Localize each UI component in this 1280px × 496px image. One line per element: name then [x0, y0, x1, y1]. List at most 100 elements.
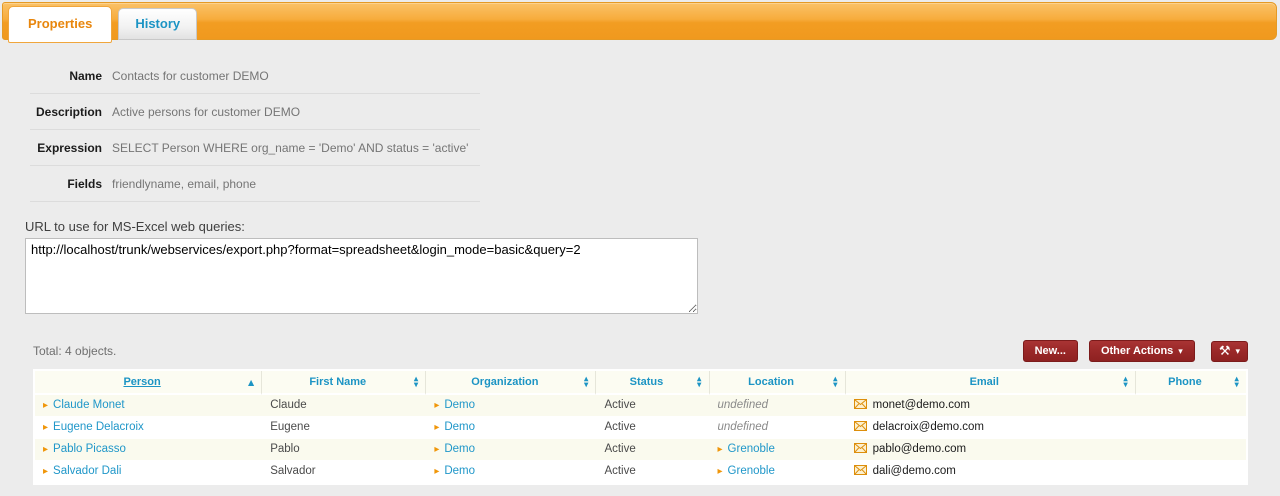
status-cell: Active [596, 417, 709, 439]
first-name-cell: Eugene [262, 417, 426, 439]
tab-header: Properties History [0, 0, 1280, 46]
first-name-cell: Claude [262, 395, 426, 417]
column-label: First Name [309, 376, 366, 388]
organization-link[interactable]: ▸Demo [434, 399, 475, 411]
column-header-email[interactable]: Email [846, 371, 1136, 395]
property-row-name: Name Contacts for customer DEMO [30, 58, 480, 94]
envelope-icon [854, 421, 867, 431]
results-table-container: Person First Name Organization Status Lo… [33, 369, 1248, 485]
new-button[interactable]: New... [1023, 340, 1078, 362]
property-row-description: Description Active persons for customer … [30, 94, 480, 130]
phone-cell [1136, 461, 1246, 483]
property-value: Contacts for customer DEMO [112, 69, 269, 83]
right-caret-icon: ▸ [434, 466, 439, 477]
location-cell: undefined [710, 417, 846, 439]
email-cell: dali@demo.com [846, 461, 1136, 483]
right-caret-icon: ▸ [43, 466, 48, 477]
person-link[interactable]: ▸Salvador Dali [43, 465, 121, 477]
property-label: Description [30, 105, 102, 119]
column-header-phone[interactable]: Phone [1136, 371, 1246, 395]
sort-asc-icon [248, 376, 254, 388]
sort-both-icon [584, 377, 589, 388]
status-cell: Active [596, 461, 709, 483]
other-actions-label: Other Actions [1101, 345, 1173, 357]
envelope-icon [854, 465, 867, 475]
sort-both-icon [1123, 377, 1128, 388]
column-label: Location [748, 376, 794, 388]
envelope-icon [854, 399, 867, 409]
right-caret-icon: ▸ [434, 400, 439, 411]
column-label: Phone [1168, 376, 1202, 388]
phone-cell [1136, 395, 1246, 417]
phone-cell [1136, 439, 1246, 461]
person-link[interactable]: ▸Eugene Delacroix [43, 421, 144, 433]
property-label: Name [30, 69, 102, 83]
property-label: Expression [30, 141, 102, 155]
right-caret-icon: ▸ [434, 422, 439, 433]
email-text: delacroix@demo.com [873, 421, 984, 433]
first-name-cell: Salvador [262, 461, 426, 483]
property-value: SELECT Person WHERE org_name = 'Demo' AN… [112, 141, 468, 155]
tab-history[interactable]: History [118, 8, 197, 40]
status-cell: Active [596, 439, 709, 461]
location-link[interactable]: ▸Grenoble [718, 443, 775, 455]
location-cell: undefined [710, 395, 846, 417]
excel-url-section: URL to use for MS-Excel web queries: htt… [25, 219, 1280, 314]
other-actions-button[interactable]: Other Actions ▾ [1089, 340, 1195, 362]
email-text: dali@demo.com [873, 465, 956, 477]
tools-icon: ⚒ [1219, 345, 1231, 358]
column-header-location[interactable]: Location [710, 371, 846, 395]
email-text: monet@demo.com [873, 399, 970, 411]
total-objects-label: Total: 4 objects. [33, 344, 116, 358]
right-caret-icon: ▸ [43, 422, 48, 433]
results-toolbar: Total: 4 objects. New... Other Actions ▾… [33, 340, 1248, 362]
organization-link[interactable]: ▸Demo [434, 465, 475, 477]
tab-properties[interactable]: Properties [8, 6, 112, 43]
sort-both-icon [1234, 377, 1239, 388]
status-cell: Active [596, 395, 709, 417]
column-header-status[interactable]: Status [596, 371, 709, 395]
properties-fieldset: Name Contacts for customer DEMO Descript… [30, 58, 480, 202]
property-label: Fields [30, 177, 102, 191]
envelope-icon [854, 443, 867, 453]
property-value: Active persons for customer DEMO [112, 105, 300, 119]
first-name-cell: Pablo [262, 439, 426, 461]
tab-strip: Properties History [8, 6, 197, 43]
column-label: Email [970, 376, 999, 388]
phone-cell [1136, 417, 1246, 439]
chevron-down-icon: ▾ [1235, 347, 1240, 356]
results-table: Person First Name Organization Status Lo… [35, 371, 1246, 483]
organization-link[interactable]: ▸Demo [434, 421, 475, 433]
property-value: friendlyname, email, phone [112, 177, 256, 191]
column-label: Person [123, 376, 160, 388]
email-cell: pablo@demo.com [846, 439, 1136, 461]
property-row-fields: Fields friendlyname, email, phone [30, 166, 480, 202]
sort-both-icon [697, 377, 702, 388]
organization-link[interactable]: ▸Demo [434, 443, 475, 455]
sort-both-icon [414, 377, 419, 388]
column-header-person[interactable]: Person [35, 371, 262, 395]
email-text: pablo@demo.com [873, 443, 967, 455]
sort-both-icon [833, 377, 838, 388]
column-header-organization[interactable]: Organization [426, 371, 596, 395]
excel-url-label: URL to use for MS-Excel web queries: [25, 219, 1280, 234]
right-caret-icon: ▸ [434, 444, 439, 455]
table-row: ▸Salvador Dali Salvador ▸Demo Active ▸Gr… [35, 461, 1246, 483]
right-caret-icon: ▸ [718, 444, 723, 455]
column-header-first-name[interactable]: First Name [262, 371, 426, 395]
email-cell: monet@demo.com [846, 395, 1136, 417]
table-row: ▸Eugene Delacroix Eugene ▸Demo Active un… [35, 417, 1246, 439]
right-caret-icon: ▸ [43, 444, 48, 455]
column-label: Organization [471, 376, 538, 388]
right-caret-icon: ▸ [718, 466, 723, 477]
column-label: Status [630, 376, 664, 388]
tools-menu-button[interactable]: ⚒ ▾ [1211, 341, 1248, 362]
location-link[interactable]: ▸Grenoble [718, 465, 775, 477]
person-link[interactable]: ▸Claude Monet [43, 399, 125, 411]
table-row: ▸Pablo Picasso Pablo ▸Demo Active ▸Greno… [35, 439, 1246, 461]
excel-url-textarea[interactable]: http://localhost/trunk/webservices/expor… [25, 238, 698, 314]
person-link[interactable]: ▸Pablo Picasso [43, 443, 126, 455]
chevron-down-icon: ▾ [1178, 347, 1183, 356]
property-row-expression: Expression SELECT Person WHERE org_name … [30, 130, 480, 166]
table-row: ▸Claude Monet Claude ▸Demo Active undefi… [35, 395, 1246, 417]
